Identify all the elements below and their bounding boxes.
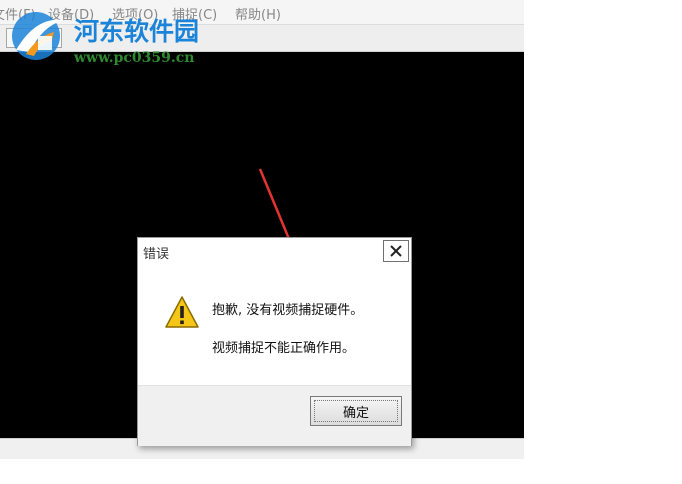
dialog-titlebar: 错误 xyxy=(138,238,411,265)
error-message-line-2: 视频捕捉不能正确作用。 xyxy=(212,341,356,356)
menu-help[interactable]: 帮助(H) xyxy=(235,4,281,23)
close-icon xyxy=(390,245,402,257)
watermark-title: 河东软件园 xyxy=(74,17,200,46)
focus-rectangle xyxy=(314,400,398,422)
error-dialog: 错误 抱歉, 没有视频捕捉硬件。 视频捕捉不能正确作用。 确定 xyxy=(137,237,412,446)
warning-icon xyxy=(165,296,199,328)
watermark-logo-icon xyxy=(12,12,64,60)
dialog-footer: 确定 xyxy=(138,385,411,446)
dialog-title: 错误 xyxy=(143,247,170,262)
watermark: 河东软件园 www.pc0359.cn xyxy=(8,6,238,68)
ok-button[interactable]: 确定 xyxy=(310,396,402,426)
error-message-line-1: 抱歉, 没有视频捕捉硬件。 xyxy=(212,303,364,318)
watermark-url: www.pc0359.cn xyxy=(74,50,195,66)
close-button[interactable] xyxy=(383,240,409,262)
dialog-body: 抱歉, 没有视频捕捉硬件。 视频捕捉不能正确作用。 xyxy=(138,265,411,385)
